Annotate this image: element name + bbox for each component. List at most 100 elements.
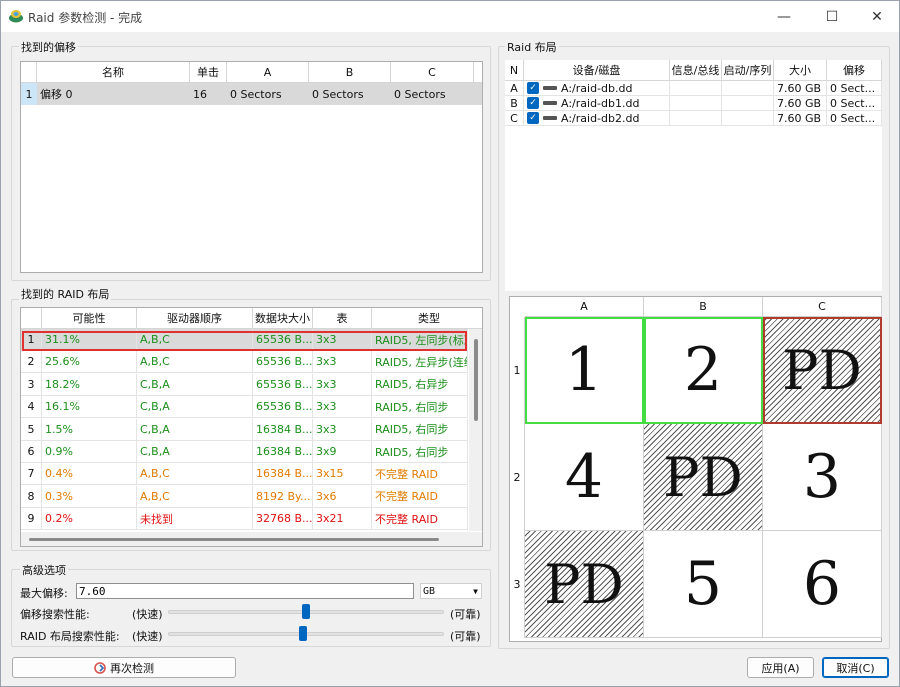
hard-disk-icon — [543, 86, 557, 90]
table-row[interactable]: 9 0.2% 未找到 32768 B... 3x21 不完整 RAID — [21, 508, 468, 531]
advanced-group-title: 高级选项 — [20, 562, 68, 578]
drive-order: 未找到 — [137, 508, 253, 531]
disk-col-info[interactable]: 信息/总线 — [670, 60, 722, 81]
disk-name: A:/raid-db.dd — [561, 81, 633, 95]
title-bar: Raid 参数检测 - 完成 — ☐ ✕ — [1, 1, 899, 32]
raid-stripe-grid: A B C 1 2 3 1 2 PD 4 PD 3 PD 5 6 — [509, 296, 882, 642]
disk-rows: A ✓ A:/raid-db.dd 7.60 GB 0 Sect... B ✓ A:/raid… — [505, 81, 882, 126]
close-button[interactable]: ✕ — [854, 1, 900, 32]
disk-col-device[interactable]: 设备/磁盘 — [524, 60, 670, 81]
minimize-button[interactable]: — — [761, 1, 807, 32]
disk-name: A:/raid-db1.dd — [561, 96, 640, 110]
block-size: 65536 B... — [253, 351, 313, 374]
redetect-button[interactable]: 再次检测 — [12, 657, 236, 678]
disk-col-size[interactable]: 大小 — [774, 60, 827, 81]
horizontal-scroll-thumb[interactable] — [29, 538, 439, 541]
block-size: 16384 B... — [253, 463, 313, 486]
disk-boot — [722, 81, 774, 96]
maximize-button[interactable]: ☐ — [809, 1, 855, 32]
probability: 0.9% — [42, 441, 137, 463]
offsets-col-c[interactable]: C — [391, 62, 474, 83]
block-size: 65536 B... — [253, 373, 313, 396]
offsets-table[interactable]: 名称 单击 A B C 1 偏移 0 16 0 Sectors 0 Sector… — [20, 61, 483, 273]
unit-select-value: GB — [423, 585, 436, 597]
offsets-col-b[interactable]: B — [309, 62, 391, 83]
table-row[interactable]: 6 0.9% C,B,A 16384 B... 3x9 RAID5, 右同步 — [21, 441, 468, 463]
disk-boot — [722, 111, 774, 126]
vertical-scroll-thumb[interactable] — [474, 339, 478, 421]
table-row[interactable]: 1 偏移 0 16 0 Sectors 0 Sectors 0 Sectors — [21, 83, 482, 105]
drive-order: C,B,A — [137, 396, 253, 419]
row-number: 1 — [21, 83, 37, 105]
table-row[interactable]: 5 1.5% C,B,A 16384 B... 3x3 RAID5, 右同步 — [21, 418, 468, 441]
max-offset-input[interactable] — [76, 583, 414, 599]
raid-type: RAID5, 右同步 — [372, 441, 468, 463]
cancel-button[interactable]: 取消(C) — [822, 657, 889, 678]
disk-col-n[interactable]: N — [505, 60, 524, 81]
row-number: 3 — [21, 373, 42, 396]
offset-search-slider-thumb[interactable] — [302, 604, 310, 619]
table-row[interactable]: 8 0.3% A,B,C 8192 By... 3x6 不完整 RAID — [21, 485, 468, 508]
disk-col-boot[interactable]: 启动/序列 — [722, 60, 774, 81]
disk-col-offset[interactable]: 偏移 — [827, 60, 882, 81]
hard-disk-icon — [543, 116, 557, 120]
hard-disk-icon — [543, 101, 557, 105]
offsets-col-click[interactable]: 单击 — [190, 62, 227, 83]
data-block: 5 — [644, 531, 763, 638]
raid-search-slider-thumb[interactable] — [299, 626, 308, 641]
table-row[interactable]: 225.6%A,B,C65536 B...3x3RAID5, 左异步(连续) — [21, 351, 468, 374]
chevron-down-icon: ▼ — [473, 586, 478, 596]
table-row[interactable]: 4 16.1% C,B,A 65536 B... 3x3 RAID5, 右同步 — [21, 396, 468, 419]
disk-info — [670, 81, 722, 96]
offsets-col-name[interactable]: 名称 — [37, 62, 190, 83]
grid-row-header: 2 — [510, 424, 525, 531]
layouts-col-type[interactable]: 类型 — [372, 308, 482, 329]
raid-search-label: RAID 布局搜索性能: — [20, 630, 120, 643]
stripe-table: 3x3 — [313, 373, 372, 396]
redetect-icon — [94, 661, 106, 674]
disk-row[interactable]: A ✓ A:/raid-db.dd 7.60 GB 0 Sect... — [505, 81, 882, 96]
grid-row-header: 1 — [510, 317, 525, 424]
offset-name: 偏移 0 — [40, 88, 73, 101]
block-size: 65536 B... — [253, 396, 313, 419]
unit-select[interactable]: GB ▼ — [420, 583, 482, 599]
row-number: 6 — [21, 441, 42, 463]
layouts-table[interactable]: 可能性 驱动器顺序 数据块大小 表 类型 1 31.1% A,B,C 65536 B.… — [20, 307, 483, 547]
selected-row-highlight — [22, 331, 467, 351]
raid-type: RAID5, 右同步 — [372, 396, 468, 419]
disk-row[interactable]: C ✓ A:/raid-db2.dd 7.60 GB 0 Sect... — [505, 111, 882, 126]
raid-type: RAID5, 左异步(连续) — [372, 351, 468, 374]
checkbox-checked-icon[interactable]: ✓ — [527, 97, 539, 109]
layouts-col-prob[interactable]: 可能性 — [42, 308, 137, 329]
disk-info — [670, 111, 722, 126]
layouts-col-n — [21, 308, 42, 329]
apply-button[interactable]: 应用(A) — [747, 657, 814, 678]
probability: 18.2% — [42, 373, 137, 396]
layouts-col-table[interactable]: 表 — [313, 308, 372, 329]
disk-size: 7.60 GB — [774, 81, 827, 96]
drive-order: C,B,A — [137, 373, 253, 396]
disk-offset: 0 Sect... — [827, 81, 882, 96]
data-block: 2 — [644, 317, 763, 424]
layouts-col-order[interactable]: 驱动器顺序 — [137, 308, 253, 329]
parity-label: PD — [663, 445, 743, 509]
table-row[interactable]: 3 18.2% C,B,A 65536 B... 3x3 RAID5, 右异步 — [21, 373, 468, 396]
disk-table[interactable]: N 设备/磁盘 信息/总线 启动/序列 大小 偏移 A ✓ A:/raid-db.d… — [505, 60, 882, 291]
disk-row[interactable]: B ✓ A:/raid-db1.dd 7.60 GB 0 Sect... — [505, 96, 882, 111]
grid-column-header: C — [763, 297, 882, 317]
layouts-vertical-scrollbar[interactable] — [469, 329, 482, 531]
data-block: 4 — [525, 424, 644, 531]
block-number: 4 — [564, 442, 604, 512]
raid-layout-group-title: Raid 布局 — [505, 39, 559, 55]
checkbox-checked-icon[interactable]: ✓ — [527, 82, 539, 94]
offsets-col-a[interactable]: A — [227, 62, 309, 83]
parity-block: PD — [525, 531, 644, 638]
layouts-horizontal-scrollbar[interactable] — [21, 532, 482, 546]
layouts-col-block[interactable]: 数据块大小 — [253, 308, 313, 329]
checkbox-checked-icon[interactable]: ✓ — [527, 112, 539, 124]
offset-click: 16 — [193, 87, 207, 101]
offsets-col-filler — [474, 62, 482, 83]
probability: 16.1% — [42, 396, 137, 419]
redetect-label: 再次检测 — [110, 661, 154, 675]
table-row[interactable]: 7 0.4% A,B,C 16384 B... 3x15 不完整 RAID — [21, 463, 468, 486]
